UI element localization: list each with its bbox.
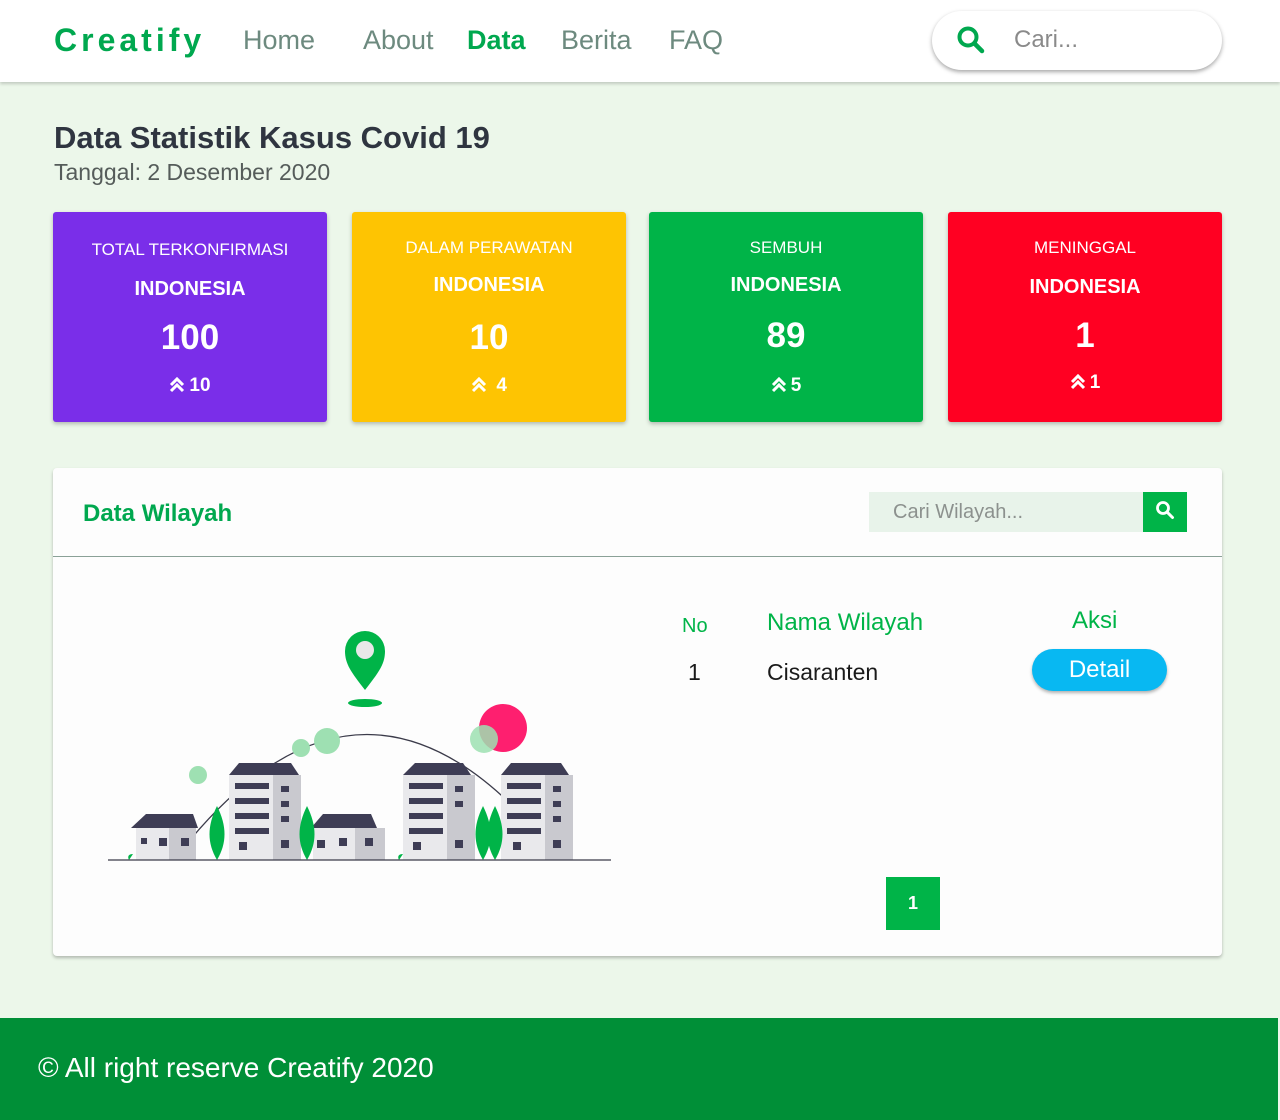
nav-link-faq[interactable]: FAQ (669, 25, 723, 56)
stat-label: MENINGGAL (1033, 238, 1137, 257)
stat-card-confirmed: TOTAL TERKONFIRMASI INDONESIA 100 10 (53, 212, 327, 422)
column-header-aksi: Aksi (1072, 607, 1118, 634)
detail-button[interactable]: Detail (1032, 649, 1167, 691)
stat-region: INDONESIA (134, 278, 246, 300)
table-cell-no: 1 (688, 659, 701, 685)
table-cell-nama: Cisaranten (767, 659, 879, 685)
search-icon[interactable] (956, 25, 986, 60)
nav-search-box[interactable] (932, 11, 1222, 70)
stat-delta: 10 (53, 375, 327, 399)
nav-search-input[interactable] (1014, 23, 1204, 57)
stat-region: INDONESIA (730, 274, 842, 296)
stat-label: TOTAL TERKONFIRMASI (91, 240, 289, 259)
nav-link-about[interactable]: About (363, 25, 434, 56)
column-header-nama: Nama Wilayah (767, 609, 924, 636)
stat-value: 10 (469, 318, 509, 357)
footer: © All right reserve Creatify 2020 (0, 1018, 1278, 1120)
page-title: Data Statistik Kasus Covid 19 (54, 120, 490, 155)
double-chevron-up-icon (1070, 373, 1086, 396)
nav-link-home[interactable]: Home (243, 25, 315, 56)
stat-value: 100 (160, 318, 220, 357)
double-chevron-up-icon (471, 376, 487, 399)
wilayah-search-input[interactable] (869, 492, 1143, 532)
stat-card-treated: DALAM PERAWATAN INDONESIA 10 4 (352, 212, 626, 422)
city-illustration (103, 628, 613, 868)
page-date: Tanggal: 2 Desember 2020 (54, 159, 331, 185)
stat-delta: 5 (649, 375, 923, 399)
stat-delta: 4 (352, 375, 626, 399)
double-chevron-up-icon (771, 376, 787, 399)
wilayah-search-button[interactable] (1143, 492, 1187, 532)
nav-link-data[interactable]: Data (467, 25, 526, 56)
panel-divider (53, 556, 1222, 557)
panel-title: Data Wilayah (83, 500, 233, 527)
nav-link-berita[interactable]: Berita (561, 25, 632, 56)
stat-label: SEMBUH (749, 238, 823, 257)
column-header-no: No (682, 615, 708, 637)
stat-value: 1 (1075, 316, 1095, 355)
stat-delta-value: 4 (496, 375, 507, 396)
search-icon (1155, 500, 1175, 525)
data-wilayah-panel: Data Wilayah Cari Wilayah... No Nama Wil… (53, 468, 1222, 956)
stat-delta-value: 10 (189, 375, 211, 396)
stat-value: 89 (766, 316, 806, 355)
footer-copyright: © All right reserve Creatify 2020 (38, 1052, 434, 1083)
stat-region: INDONESIA (1029, 276, 1141, 298)
stat-card-recovered: SEMBUH INDONESIA 89 5 (649, 212, 923, 422)
stat-delta-value: 5 (790, 375, 802, 396)
stat-label: DALAM PERAWATAN (405, 238, 573, 257)
stat-delta: 1 (948, 372, 1222, 396)
wilayah-search[interactable] (869, 492, 1187, 532)
navbar: Creatify Home About Data Berita FAQ (0, 0, 1280, 82)
stat-delta-value: 1 (1089, 372, 1101, 393)
brand-logo[interactable]: Creatify (54, 22, 205, 59)
double-chevron-up-icon (169, 376, 185, 399)
stat-card-deceased: MENINGGAL INDONESIA 1 1 (948, 212, 1222, 422)
pagination-page-1[interactable]: 1 (886, 877, 940, 930)
stat-region: INDONESIA (433, 274, 545, 296)
